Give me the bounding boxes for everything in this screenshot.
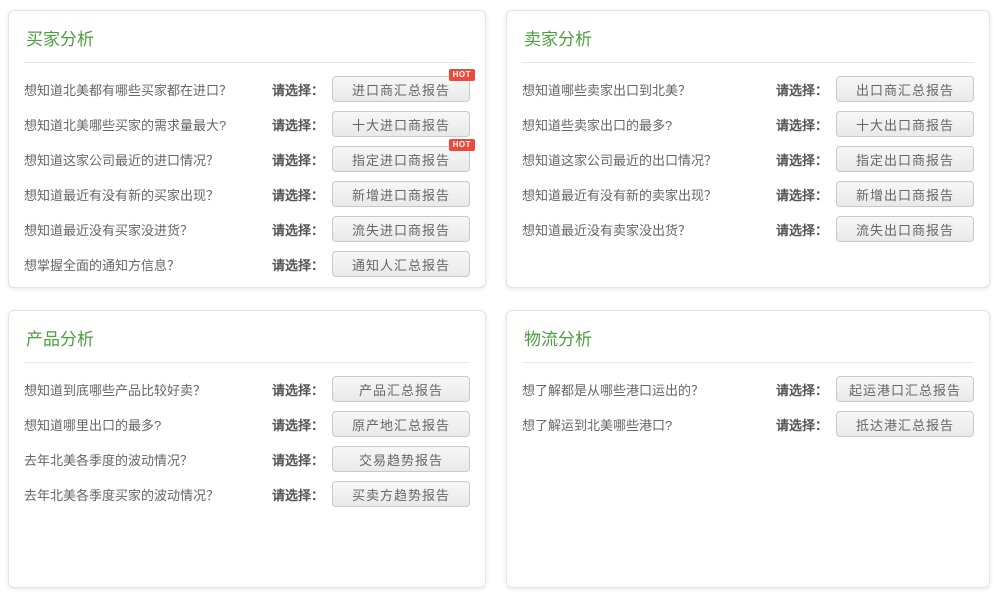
analysis-row: 想了解运到北美哪些港口?请选择： 抵达港汇总报告 [522,411,974,437]
rows: 想知道北美都有哪些买家都在进口？请选择：进口商汇总报告HOT想知道北美哪些买家的… [9,63,485,277]
report-button-wrap: 新增出口商报告 [836,181,974,207]
select-label: 请选择： [272,80,324,99]
select-label: 请选择： [776,185,828,204]
question-text: 想知道最近没有买家没进货？ [24,220,272,239]
panel-title: 物流分析 [522,311,974,363]
report-button[interactable]: 新增出口商报告 [836,181,974,207]
analysis-row: 想掌握全面的通知方信息？请选择： 通知人汇总报告 [24,251,470,277]
select-label: 请选择： [272,450,324,469]
analysis-row: 想知道北美哪些买家的需求量最大?请选择： 十大进口商报告 [24,111,470,137]
select-label: 请选择： [776,220,828,239]
question-text: 想知道北美哪些买家的需求量最大? [24,115,272,134]
analysis-row: 想知道哪些卖家出口到北美？请选择： 出口商汇总报告 [522,76,974,102]
select-label: 请选择： [776,150,828,169]
select-label: 请选择： [272,380,324,399]
report-button-wrap: 流失进口商报告 [332,216,470,242]
select-label: 请选择： [272,220,324,239]
analysis-row: 想知道到底哪些产品比较好卖？请选择： 产品汇总报告 [24,376,470,402]
panel-title: 卖家分析 [522,11,974,63]
report-button-wrap: 指定出口商报告 [836,146,974,172]
report-button[interactable]: 通知人汇总报告 [332,251,470,277]
select-label: 请选择： [776,415,828,434]
question-text: 去年北美各季度的波动情况？ [24,450,272,469]
report-button-wrap: 产品汇总报告 [332,376,470,402]
select-label: 请选择： [776,380,828,399]
report-button[interactable]: 出口商汇总报告 [836,76,974,102]
rows: 想知道哪些卖家出口到北美？请选择：出口商汇总报告想知道些卖家出口的最多?请选择：… [507,63,989,242]
question-text: 想知道最近有没有新的卖家出现？ [522,185,776,204]
question-text: 想了解都是从哪些港口运出的？ [522,380,776,399]
report-button[interactable]: 十大进口商报告 [332,111,470,137]
select-label: 请选择： [272,415,324,434]
select-label: 请选择： [776,80,828,99]
question-text: 想知道这家公司最近的出口情况？ [522,150,776,169]
hot-badge: HOT [449,69,475,81]
report-button-wrap: 出口商汇总报告 [836,76,974,102]
report-button-wrap: 起运港口汇总报告 [836,376,974,402]
report-button[interactable]: 原产地汇总报告 [332,411,470,437]
analysis-row: 想知道北美都有哪些买家都在进口？请选择： 进口商汇总报告HOT [24,76,470,102]
report-button[interactable]: 交易趋势报告 [332,446,470,472]
analysis-row: 想知道最近有没有新的买家出现？请选择： 新增进口商报告 [24,181,470,207]
report-button[interactable]: 起运港口汇总报告 [836,376,974,402]
question-text: 想知道最近没有卖家没出货？ [522,220,776,239]
question-text: 想知道到底哪些产品比较好卖？ [24,380,272,399]
report-button-wrap: 指定进口商报告HOT [332,146,470,172]
analysis-row: 想知道最近没有买家没进货？请选择： 流失进口商报告 [24,216,470,242]
analysis-row: 想知道最近有没有新的卖家出现？请选择： 新增出口商报告 [522,181,974,207]
report-button[interactable]: 流失出口商报告 [836,216,974,242]
analysis-row: 去年北美各季度买家的波动情况？请选择： 买卖方趋势报告 [24,481,470,507]
select-label: 请选择： [272,150,324,169]
analysis-dashboard: 买家分析 想知道北美都有哪些买家都在进口？请选择：进口商汇总报告HOT想知道北美… [0,0,998,588]
select-label: 请选择： [272,185,324,204]
panel-title: 产品分析 [24,311,470,363]
question-text: 想知道这家公司最近的进口情况？ [24,150,272,169]
question-text: 想知道哪些卖家出口到北美？ [522,80,776,99]
panel-title: 买家分析 [24,11,470,63]
analysis-row: 想了解都是从哪些港口运出的？请选择： 起运港口汇总报告 [522,376,974,402]
report-button[interactable]: 抵达港汇总报告 [836,411,974,437]
report-button-wrap: 买卖方趋势报告 [332,481,470,507]
report-button-wrap: 原产地汇总报告 [332,411,470,437]
question-text: 去年北美各季度买家的波动情况？ [24,485,272,504]
report-button[interactable]: 指定出口商报告 [836,146,974,172]
analysis-row: 想知道这家公司最近的进口情况？请选择： 指定进口商报告HOT [24,146,470,172]
analysis-row: 想知道些卖家出口的最多?请选择： 十大出口商报告 [522,111,974,137]
report-button-wrap: 新增进口商报告 [332,181,470,207]
report-button-wrap: 抵达港汇总报告 [836,411,974,437]
analysis-row: 去年北美各季度的波动情况？请选择： 交易趋势报告 [24,446,470,472]
analysis-row: 想知道这家公司最近的出口情况？请选择： 指定出口商报告 [522,146,974,172]
select-label: 请选择： [776,115,828,134]
panel-logistics-analysis: 物流分析 想了解都是从哪些港口运出的？请选择： 起运港口汇总报告想了解运到北美哪些… [506,310,990,588]
hot-badge: HOT [449,139,475,151]
report-button-wrap: 通知人汇总报告 [332,251,470,277]
rows: 想了解都是从哪些港口运出的？请选择： 起运港口汇总报告想了解运到北美哪些港口?请选… [507,363,989,437]
question-text: 想掌握全面的通知方信息？ [24,255,272,274]
report-button-wrap: 流失出口商报告 [836,216,974,242]
panel-buyer-analysis: 买家分析 想知道北美都有哪些买家都在进口？请选择：进口商汇总报告HOT想知道北美… [8,10,486,288]
panel-seller-analysis: 卖家分析 想知道哪些卖家出口到北美？请选择：出口商汇总报告想知道些卖家出口的最多… [506,10,990,288]
rows: 想知道到底哪些产品比较好卖？请选择：产品汇总报告想知道哪里出口的最多?请选择：原… [9,363,485,507]
question-text: 想知道最近有没有新的买家出现？ [24,185,272,204]
report-button[interactable]: 产品汇总报告 [332,376,470,402]
report-button-wrap: 十大进口商报告 [332,111,470,137]
select-label: 请选择： [272,115,324,134]
question-text: 想知道北美都有哪些买家都在进口？ [24,80,272,99]
report-button[interactable]: 十大出口商报告 [836,111,974,137]
question-text: 想知道哪里出口的最多? [24,415,272,434]
select-label: 请选择： [272,485,324,504]
question-text: 想知道些卖家出口的最多? [522,115,776,134]
report-button-wrap: 十大出口商报告 [836,111,974,137]
select-label: 请选择： [272,255,324,274]
question-text: 想了解运到北美哪些港口? [522,415,776,434]
report-button[interactable]: 流失进口商报告 [332,216,470,242]
analysis-row: 想知道最近没有卖家没出货？请选择： 流失出口商报告 [522,216,974,242]
report-button-wrap: 交易趋势报告 [332,446,470,472]
report-button[interactable]: 新增进口商报告 [332,181,470,207]
report-button-wrap: 进口商汇总报告HOT [332,76,470,102]
report-button[interactable]: 买卖方趋势报告 [332,481,470,507]
analysis-row: 想知道哪里出口的最多?请选择： 原产地汇总报告 [24,411,470,437]
panel-product-analysis: 产品分析 想知道到底哪些产品比较好卖？请选择：产品汇总报告想知道哪里出口的最多?… [8,310,486,588]
